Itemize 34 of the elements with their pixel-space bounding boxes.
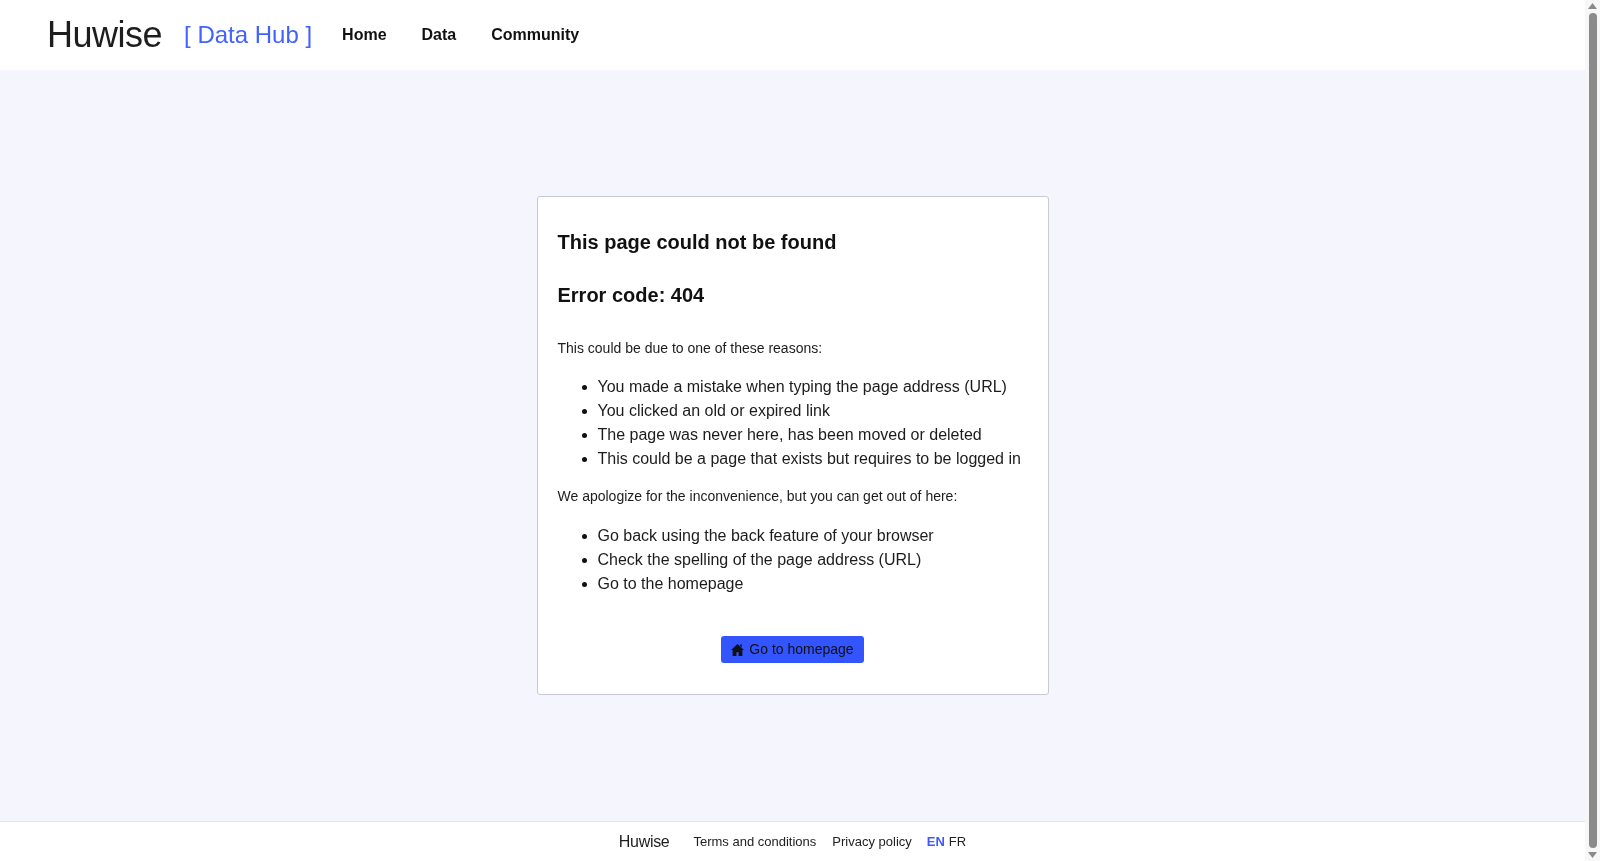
error-title: This page could not be found (557, 230, 838, 254)
bullet-icon (581, 557, 587, 563)
reason-text: The page was never here, has been moved or deleted (597, 425, 982, 445)
nav-link[interactable]: Data (421, 23, 457, 47)
scroll-down-icon[interactable] (1588, 852, 1597, 858)
option-text: Go back using the back feature of your browser (597, 526, 934, 546)
bullet-icon (581, 456, 587, 462)
bullet-icon (581, 384, 587, 390)
nav-link[interactable]: Home (342, 23, 387, 47)
option-text: Go to the homepage (597, 574, 744, 594)
options-intro: We apologize for the inconvenience, but you can get out of here: (557, 487, 959, 506)
language-option[interactable]: EN (926, 831, 945, 852)
scrollbar[interactable] (1585, 0, 1600, 861)
error-code: Error code: 404 (557, 283, 706, 307)
scroll-up-icon[interactable] (1588, 3, 1597, 9)
reason-text: This could be a page that exists but requires to be logged in (597, 449, 1021, 469)
reason-text: You clicked an old or expired link (597, 401, 830, 421)
footer-logo[interactable]: Huwise (618, 833, 670, 850)
product-name-link[interactable]: [ Data Hub ] (184, 23, 313, 47)
home-icon (731, 643, 745, 656)
nav-link[interactable]: Community (491, 23, 580, 47)
brand-logo[interactable]: Huwise (47, 17, 163, 53)
bullet-icon (581, 533, 587, 539)
scrollbar-thumb[interactable] (1588, 13, 1597, 848)
bullet-icon (581, 432, 587, 438)
reason-text: You made a mistake when typing the page address (URL) (597, 377, 1007, 397)
footer-link[interactable]: Terms and conditions (693, 831, 817, 852)
footer-link[interactable]: Privacy policy (832, 831, 912, 852)
reasons-intro: This could be due to one of these reasons: (557, 339, 824, 358)
bullet-icon (581, 408, 587, 414)
option-text: Check the spelling of the page address (URL) (597, 550, 922, 570)
go-to-homepage-button[interactable]: Go to homepage (721, 636, 864, 663)
bullet-icon (581, 581, 587, 587)
language-option[interactable]: FR (948, 831, 967, 852)
